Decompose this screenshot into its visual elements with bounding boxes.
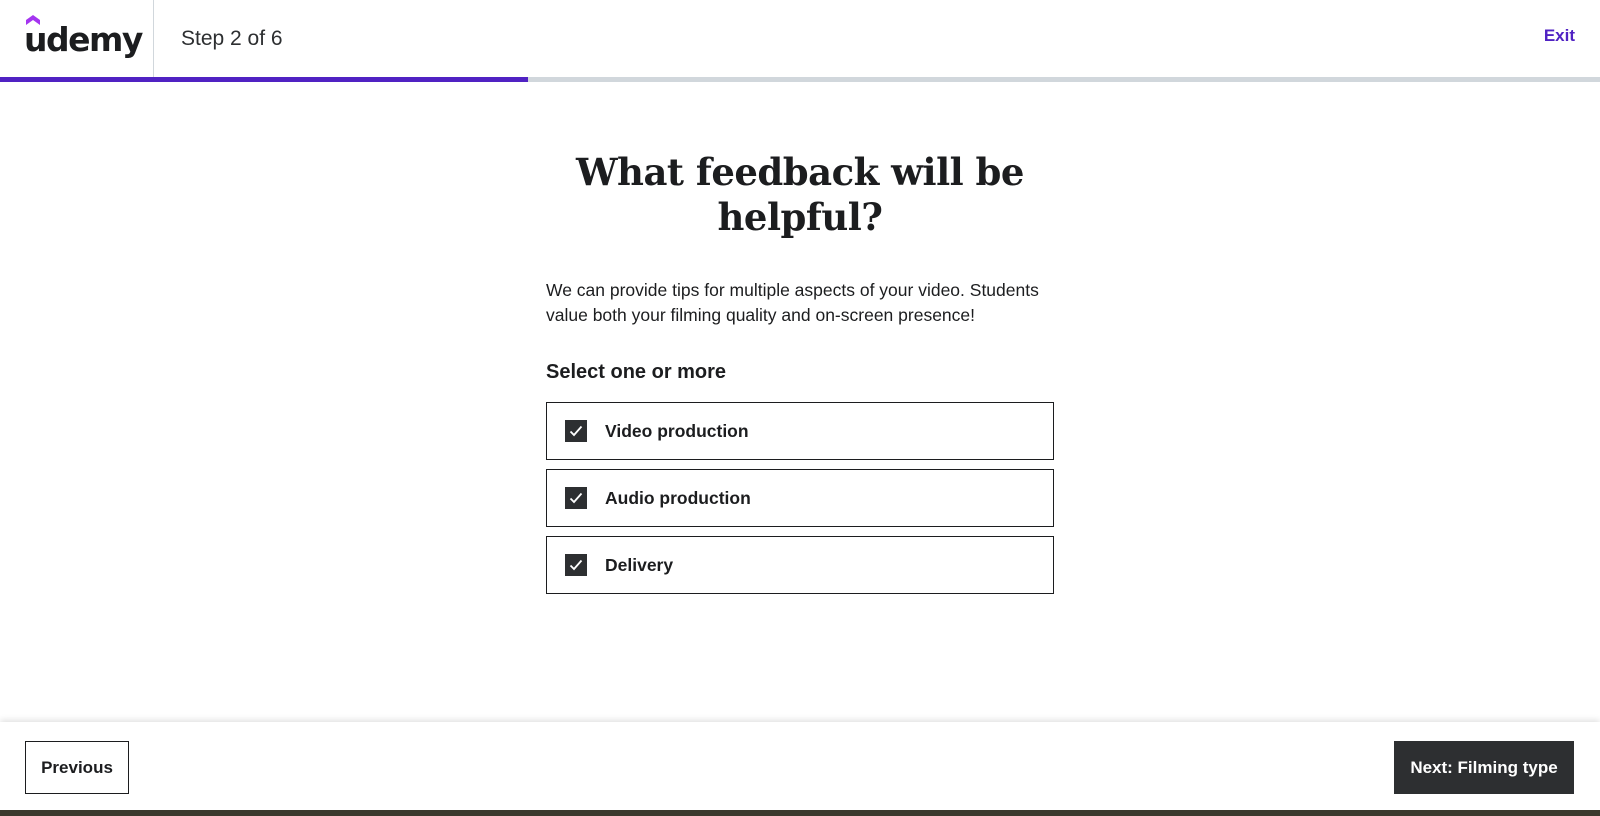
option-delivery[interactable]: Delivery xyxy=(546,536,1054,594)
checkbox-checked-icon[interactable] xyxy=(565,554,587,576)
option-label: Video production xyxy=(605,420,749,441)
logo-text: udemy xyxy=(24,19,143,59)
page-title: What feedback will be helpful? xyxy=(576,150,1024,239)
option-audio-production[interactable]: Audio production xyxy=(546,469,1054,527)
logo-container: udemy xyxy=(0,0,154,78)
step-indicator: Step 2 of 6 xyxy=(181,27,283,50)
checkbox-checked-icon[interactable] xyxy=(565,487,587,509)
logo-roof-icon xyxy=(26,14,40,25)
udemy-logo[interactable]: udemy xyxy=(24,14,143,59)
next-button[interactable]: Next: Filming type xyxy=(1394,741,1574,794)
main-content: What feedback will be helpful? We can pr… xyxy=(546,150,1054,603)
progress-bar xyxy=(0,77,1600,82)
select-instruction: Select one or more xyxy=(546,361,727,383)
checkbox-checked-icon[interactable] xyxy=(565,420,587,442)
footer-bar: Previous Next: Filming type xyxy=(0,722,1600,812)
progress-bar-fill xyxy=(0,77,528,82)
previous-button[interactable]: Previous xyxy=(25,741,129,794)
top-bar: udemy Step 2 of 6 Exit xyxy=(0,0,1600,78)
feedback-options: Video production Audio production Delive… xyxy=(546,402,1054,594)
page-description: We can provide tips for multiple aspects… xyxy=(546,280,1039,325)
background-strip xyxy=(0,810,1600,816)
option-label: Audio production xyxy=(605,487,751,508)
option-label: Delivery xyxy=(605,554,674,575)
exit-link[interactable]: Exit xyxy=(1544,26,1575,46)
option-video-production[interactable]: Video production xyxy=(546,402,1054,460)
